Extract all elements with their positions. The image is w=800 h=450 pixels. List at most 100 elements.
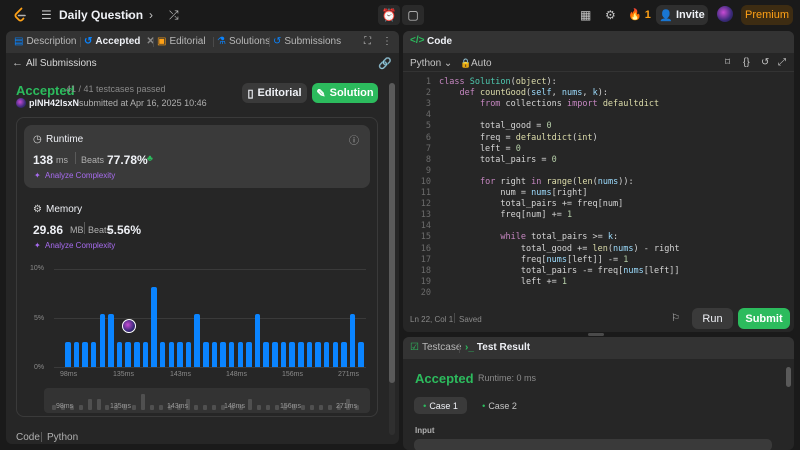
line-number: 9 [425, 165, 431, 176]
maximize-icon[interactable]: ⛶ [364, 36, 371, 47]
tab-accepted[interactable]: ↺ Accepted ✕ [84, 36, 155, 47]
chart-bar[interactable] [73, 341, 80, 367]
gear-icon[interactable]: ⚙ [605, 8, 616, 22]
chart-bar[interactable] [332, 341, 339, 367]
link-icon[interactable]: 🔗 [378, 57, 392, 70]
timer-button[interactable]: ⏰ [378, 5, 400, 25]
tab-testcase[interactable]: ☑ Testcase [410, 342, 461, 353]
analyze-complexity-memory[interactable]: Analyze Complexity [45, 241, 115, 250]
expand-icon[interactable]: ⤢ [778, 57, 786, 68]
chevron-down-icon: ⌄ [443, 58, 453, 69]
arrow-left-icon[interactable]: ← [12, 57, 23, 69]
chart-bar[interactable] [134, 341, 140, 367]
chart-bar[interactable] [349, 314, 356, 367]
chart-bar[interactable] [280, 341, 287, 367]
chart-bar[interactable] [185, 341, 192, 367]
testcases-passed: 41 / 41 testcases passed [66, 84, 166, 94]
chart-bar[interactable] [194, 314, 200, 367]
chart-bar[interactable] [99, 314, 106, 367]
chart-bar[interactable] [298, 341, 304, 367]
bookmark-icon[interactable]: ⌑ [725, 57, 730, 68]
tab-editorial[interactable]: ▣ Editorial [157, 36, 206, 47]
chart-bar[interactable] [142, 341, 149, 367]
range-selector[interactable]: 98ms 135ms 143ms 148ms 156ms 271ms [44, 388, 370, 413]
mini-bar [158, 404, 163, 410]
braces-icon[interactable]: {} [743, 57, 750, 68]
streak-counter[interactable]: 🔥 1 [628, 8, 651, 21]
result-runtime: Runtime: 0 ms [478, 373, 537, 383]
notes-button[interactable]: ▢ [402, 5, 424, 25]
chart-bar[interactable] [203, 341, 209, 367]
tab-solutions[interactable]: ⚗ Solutions [217, 36, 270, 47]
more-icon[interactable]: ⋮ [382, 36, 392, 47]
shuffle-icon[interactable]: ⤮ [169, 8, 179, 22]
chart-bar[interactable] [211, 341, 218, 367]
analyze-complexity-runtime[interactable]: Analyze Complexity [45, 171, 115, 180]
code-text: def countGood(self, nums, k): [459, 88, 608, 99]
chart-bar[interactable] [323, 341, 330, 367]
submit-button[interactable]: Submit [738, 308, 790, 329]
chart-bar[interactable] [289, 341, 295, 367]
chart-bar[interactable] [341, 341, 347, 367]
code-header: </> Code [403, 31, 794, 53]
debug-icon[interactable]: ⚐ [671, 313, 680, 324]
chart-bar[interactable] [116, 341, 123, 367]
chart-bar[interactable] [358, 341, 364, 367]
chart-bar[interactable] [220, 341, 226, 367]
info-icon[interactable]: ⓘ [349, 132, 359, 147]
memory-beats: 5.56% [107, 223, 142, 237]
premium-button[interactable]: Premium [741, 5, 793, 25]
invite-button[interactable]: 👤 Invite [656, 5, 708, 25]
line-number: 10 [420, 176, 431, 187]
solution-button[interactable]: ✎ Solution [312, 83, 378, 103]
tab-test-result[interactable]: ›_ Test Result [465, 342, 530, 353]
chart-bar[interactable] [159, 341, 166, 367]
scrollbar-thumb[interactable] [786, 367, 791, 387]
runtime-distribution-chart[interactable]: 10% 5% 0% 98ms 135ms 143ms 148ms 156ms 271ms [24, 263, 370, 381]
chart-bar[interactable] [82, 341, 88, 367]
chart-bar[interactable] [125, 341, 131, 367]
auto-mode[interactable]: Auto [471, 58, 492, 69]
edit-icon: ✎ [316, 87, 326, 100]
all-submissions-link[interactable]: All Submissions [26, 58, 97, 69]
chart-bar[interactable] [246, 341, 252, 367]
reset-icon[interactable]: ↺ [761, 57, 769, 68]
avatar[interactable] [717, 6, 733, 22]
chart-bar[interactable] [65, 341, 71, 367]
chevron-right-icon[interactable]: › [149, 8, 153, 22]
chart-bar[interactable] [272, 341, 278, 367]
code-text: while total_pairs >= k: [500, 232, 619, 243]
tab-submissions[interactable]: ↺ Submissions [273, 36, 341, 47]
chart-bar[interactable] [168, 341, 175, 367]
scrollbar-track[interactable] [389, 83, 395, 435]
case-1-tab[interactable]: • Case 1 [414, 397, 467, 414]
code-text: from collections import defaultdict [479, 99, 660, 110]
tab-description[interactable]: ▤ Description [14, 36, 76, 47]
chevron-left-icon[interactable]: ‹ [127, 8, 131, 22]
leaf-icon: ♣ [147, 153, 153, 163]
language-select[interactable]: Python ⌄ [410, 58, 452, 69]
chart-bar[interactable] [254, 314, 261, 367]
username[interactable]: plNH42lsxN [29, 98, 79, 108]
chart-bar[interactable] [151, 286, 157, 367]
case-2-tab[interactable]: • Case 2 [473, 397, 526, 414]
code-text: total_good = 0 [439, 121, 552, 132]
leetcode-logo-icon[interactable] [12, 7, 28, 23]
editorial-button[interactable]: ▯ Editorial [242, 83, 307, 103]
chart-bar[interactable] [263, 341, 269, 367]
chart-bar[interactable] [306, 341, 313, 367]
code-editor[interactable]: 1 class Solution(object): 2 def countGood(… [403, 77, 794, 299]
problem-list-icon[interactable]: ☰ [41, 8, 52, 22]
line-number: 13 [420, 210, 431, 221]
scrollbar-thumb[interactable] [389, 83, 395, 383]
run-button[interactable]: Run [692, 308, 733, 329]
chart-bar[interactable] [237, 341, 244, 367]
chart-bar[interactable] [315, 341, 321, 367]
resize-handle[interactable] [588, 333, 604, 336]
alarm-icon: ⏰ [381, 8, 397, 22]
chart-bar[interactable] [90, 341, 97, 367]
chart-bar[interactable] [228, 341, 235, 367]
chart-bar[interactable] [177, 341, 183, 367]
layout-grid-icon[interactable]: ▦ [580, 8, 591, 22]
chart-bar[interactable] [108, 314, 114, 367]
